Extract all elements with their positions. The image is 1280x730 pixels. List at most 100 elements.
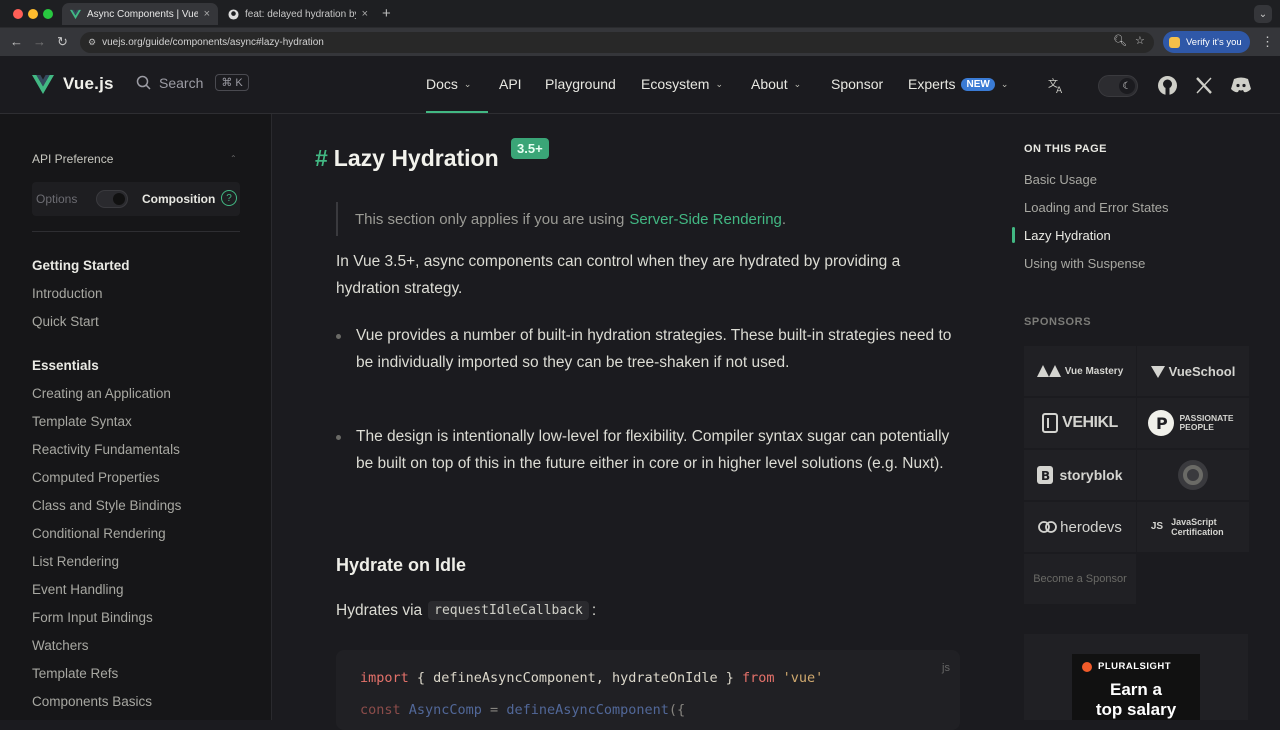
sidebar-divider [32,231,240,232]
nav-playground[interactable]: Playground [545,76,616,92]
ad-banner[interactable]: PLURALSIGHT Earn a top salary [1024,634,1248,720]
hydrate-end: : [591,601,597,619]
browser-menu-icon[interactable]: ⋮ [1261,34,1274,50]
list-item-text: Vue provides a number of built-in hydrat… [356,327,952,371]
sponsors-title: SPONSORS [1024,316,1092,328]
tab-search-chevron-icon[interactable]: ⌄ [1254,5,1272,23]
forward-arrow-icon[interactable]: → [33,34,46,49]
help-icon[interactable]: ? [221,190,237,206]
nav-api[interactable]: API [499,76,522,92]
outline-link-using-with-suspense[interactable]: Using with Suspense [1024,256,1145,271]
ad-headline-line2: top salary [1095,700,1177,719]
url-field[interactable]: ⚙ vuejs.org/guide/components/async#lazy-… [80,32,1154,53]
svg-text:A: A [1056,86,1063,94]
sidebar-group-essentials[interactable]: Essentials [32,358,99,373]
close-window-button[interactable] [13,9,23,19]
search-button[interactable]: Search ⌘ K [136,74,249,91]
browser-tab[interactable]: feat: delayed hydration by Ga... × [220,3,376,25]
search-icon [136,75,151,90]
sidebar-item-class-and-style-bindings[interactable]: Class and Style Bindings [32,498,181,513]
translate-icon[interactable]: 文 A [1048,77,1065,94]
outline-link-loading-and-error-states[interactable]: Loading and Error States [1024,200,1169,215]
sidebar-item-components-basics[interactable]: Components Basics [32,694,152,709]
api-preference-title: API Preference [32,152,114,166]
new-tab-button[interactable]: + [382,5,391,22]
sidebar-item-watchers[interactable]: Watchers [32,638,89,653]
browser-tab-active[interactable]: Async Components | Vue.js × [62,3,218,25]
passionate-people-logo-icon: P [1147,410,1174,436]
sidebar-item-computed-properties[interactable]: Computed Properties [32,470,160,485]
maximize-window-button[interactable] [43,9,53,19]
new-badge: NEW [961,77,995,91]
tab-close-icon[interactable]: × [204,8,210,20]
nav-about[interactable]: About ⌄ [751,76,801,92]
sidebar-item-creating-an-application[interactable]: Creating an Application [32,386,171,401]
nav-playground-label: Playground [545,76,616,92]
browser-tab-bar: Async Components | Vue.js × feat: delaye… [0,0,1280,28]
vueschool-logo-icon [1150,366,1165,378]
become-a-sponsor-link[interactable]: Become a Sponsor [1024,554,1136,604]
tab-close-icon[interactable]: × [362,8,368,20]
sponsor-vueschool[interactable]: VueSchool [1137,346,1249,396]
sidebar-item-conditional-rendering[interactable]: Conditional Rendering [32,526,166,541]
anchor-hash-link[interactable]: # [315,145,328,172]
site-logo[interactable]: Vue.js [32,74,114,94]
site-info-icon[interactable]: ⚙ [88,37,96,48]
sponsor-storyblok[interactable]: B storyblok [1024,450,1136,500]
ssr-link[interactable]: Server-Side Rendering [629,211,782,228]
github-favicon-icon [228,8,239,20]
chevron-down-icon: ⌄ [1000,78,1009,89]
chevron-down-icon: ⌄ [793,78,802,89]
bookmark-star-icon[interactable]: ☆ [1135,34,1145,47]
bullet-dot [336,435,341,440]
on-this-page-title: ON THIS PAGE [1024,143,1107,155]
sidebar-item-form-input-bindings[interactable]: Form Input Bindings [32,610,153,625]
search-shortcut: ⌘ K [215,74,249,91]
github-icon[interactable] [1157,75,1178,96]
x-twitter-icon[interactable] [1195,77,1213,94]
sidebar-item-introduction[interactable]: Introduction [32,286,103,301]
nav-sponsor[interactable]: Sponsor [831,76,883,92]
verify-label: Verify it's you [1186,36,1242,48]
sponsor-javascript-certification[interactable]: JS JavaScript Certification [1137,502,1249,552]
ssr-tip: This section only applies if you are usi… [336,202,786,236]
outline-link-basic-usage[interactable]: Basic Usage [1024,172,1097,187]
sidebar-item-reactivity-fundamentals[interactable]: Reactivity Fundamentals [32,442,180,457]
sidebar-group-getting-started[interactable]: Getting Started [32,258,130,273]
zoom-icon[interactable]: 🔍︎ [1113,34,1127,47]
composition-api-label[interactable]: Composition [142,192,215,206]
nav-docs[interactable]: Docs ⌄ [426,76,471,92]
outline-link-lazy-hydration[interactable]: Lazy Hydration [1024,228,1111,243]
sponsor-unlabeled[interactable] [1137,450,1249,500]
options-api-label[interactable]: Options [36,192,77,206]
version-badge: 3.5+ [511,138,549,159]
sidebar-item-quick-start[interactable]: Quick Start [32,314,99,329]
sidebar-item-template-refs[interactable]: Template Refs [32,666,118,681]
verify-profile-button[interactable]: Verify it's you [1163,31,1250,53]
nav-experts[interactable]: Experts NEW ⌄ [908,76,1008,92]
sidebar-item-template-syntax[interactable]: Template Syntax [32,414,132,429]
nav-ecosystem[interactable]: Ecosystem ⌄ [641,76,723,92]
back-arrow-icon[interactable]: ← [10,34,23,49]
sponsor-passionate-people[interactable]: P PASSIONATE PEOPLE [1137,398,1249,448]
chevron-down-icon: ⌄ [715,78,724,89]
sidebar-item-event-handling[interactable]: Event Handling [32,582,124,597]
minimize-window-button[interactable] [28,9,38,19]
sponsor-vue-mastery[interactable]: Vue Mastery [1024,346,1136,396]
discord-icon[interactable] [1231,77,1251,93]
heading-text: Lazy Hydration [333,145,499,171]
vue-favicon-icon [70,9,81,19]
reload-icon[interactable]: ↻ [57,34,68,50]
storyblok-logo-icon: B [1037,466,1054,484]
sponsor-vehikl[interactable]: VEHIKL [1024,398,1136,448]
code-language: js [942,662,950,674]
url-text: vuejs.org/guide/components/async#lazy-hy… [102,37,324,48]
api-preference-toggle[interactable] [96,190,128,208]
sponsor-herodevs[interactable]: herodevs [1024,502,1136,552]
logo-text: Vue.js [63,74,114,93]
sidebar-item-list-rendering[interactable]: List Rendering [32,554,119,569]
svg-text:B: B [1041,469,1050,483]
chevron-up-icon[interactable]: ⌃ [230,154,237,163]
dark-mode-toggle[interactable]: ☾ [1098,75,1138,97]
inline-code: requestIdleCallback [428,601,589,620]
